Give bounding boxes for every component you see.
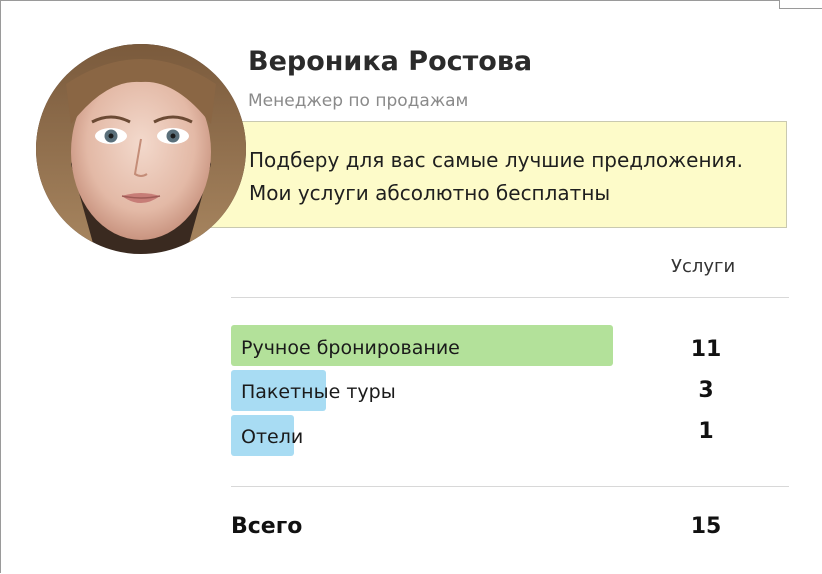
service-label-manual-booking: Ручное бронирование	[241, 337, 460, 359]
manager-note: Подберу для вас самые лучшие предложения…	[205, 121, 787, 228]
total-label: Всего	[231, 514, 303, 539]
service-count-manual-booking: 11	[690, 337, 722, 362]
services-column-header: Услуги	[671, 256, 736, 277]
manager-role: Менеджер по продажам	[248, 91, 469, 111]
service-count-hotels: 1	[698, 419, 714, 444]
divider-top	[231, 297, 789, 298]
note-line-1: Подберу для вас самые лучшие предложения…	[249, 148, 743, 172]
note-line-2: Мои услуги абсолютно бесплатны	[249, 181, 611, 205]
corner-tab	[779, 0, 822, 9]
total-value: 15	[690, 514, 722, 539]
avatar	[36, 44, 246, 254]
divider-bottom	[231, 486, 789, 487]
service-count-package-tours: 3	[698, 378, 714, 403]
avatar-photo	[36, 44, 246, 254]
service-label-package-tours: Пакетные туры	[241, 381, 396, 403]
service-label-hotels: Отели	[241, 426, 304, 448]
manager-name: Вероника Ростова	[248, 46, 533, 77]
